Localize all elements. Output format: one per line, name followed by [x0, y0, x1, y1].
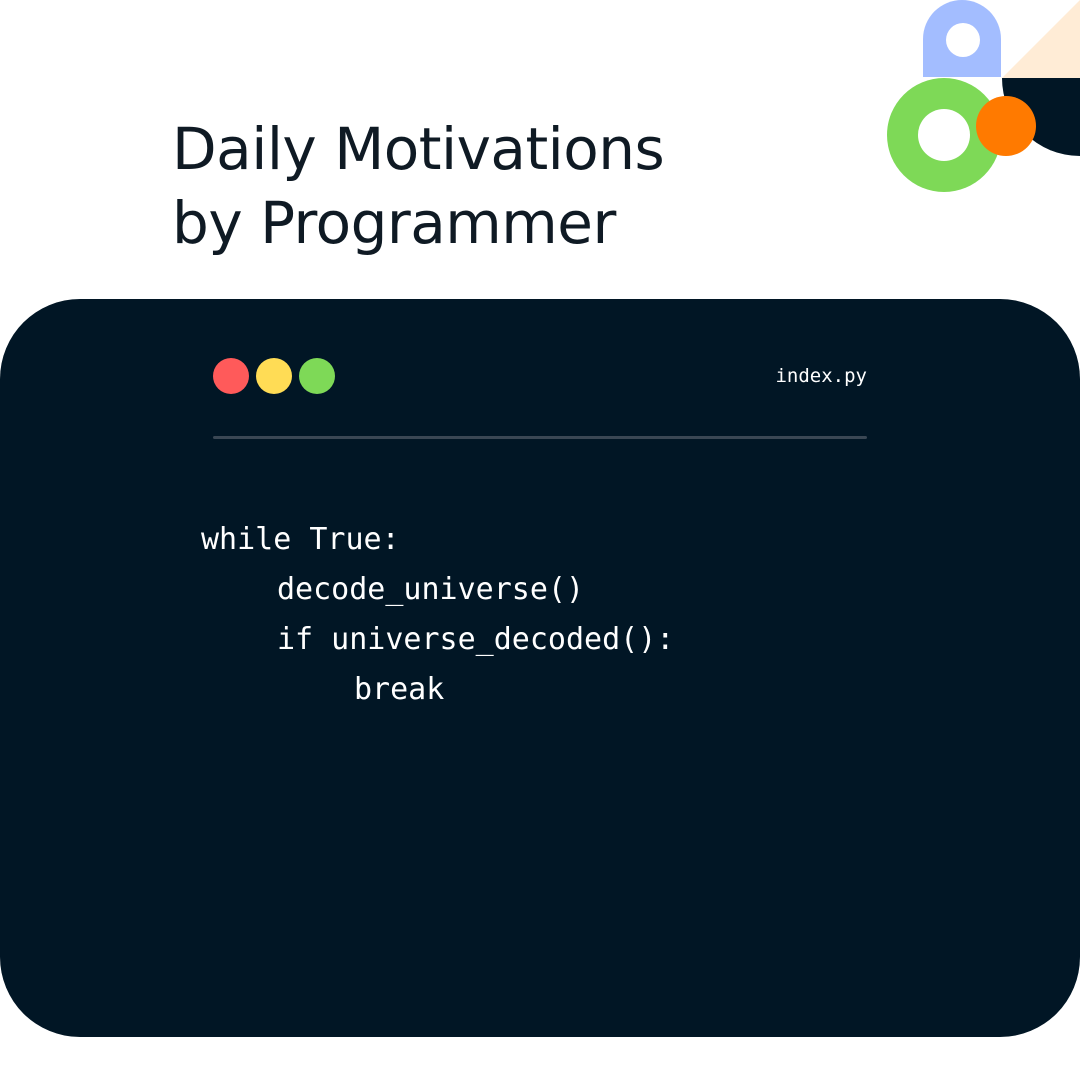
code-block: while True: decode_universe()if universe_… — [201, 515, 674, 715]
editor-titlebar: index.py — [213, 358, 867, 394]
minimize-window-dot[interactable] — [256, 358, 292, 394]
maximize-window-dot[interactable] — [299, 358, 335, 394]
page: Daily Motivations by Programmer index.py… — [0, 0, 1080, 1080]
page-title-line-2: by Programmer — [172, 189, 616, 257]
page-title-line-1: Daily Motivations — [172, 115, 665, 183]
code-editor-window: index.py while True: decode_universe()if … — [0, 299, 1080, 1037]
code-line: while True: — [201, 522, 400, 557]
code-line: break — [354, 672, 445, 707]
cream-triangle-shape — [1002, 0, 1080, 78]
page-title: Daily Motivations by Programmer — [172, 112, 665, 260]
close-window-dot[interactable] — [213, 358, 249, 394]
titlebar-divider — [213, 436, 867, 439]
filename-label: index.py — [775, 365, 867, 387]
blue-ring-shape — [923, 0, 1001, 77]
code-line: decode_universe() — [277, 572, 585, 607]
code-line: if universe_decoded(): — [277, 622, 675, 657]
orange-circle-shape — [976, 96, 1036, 156]
